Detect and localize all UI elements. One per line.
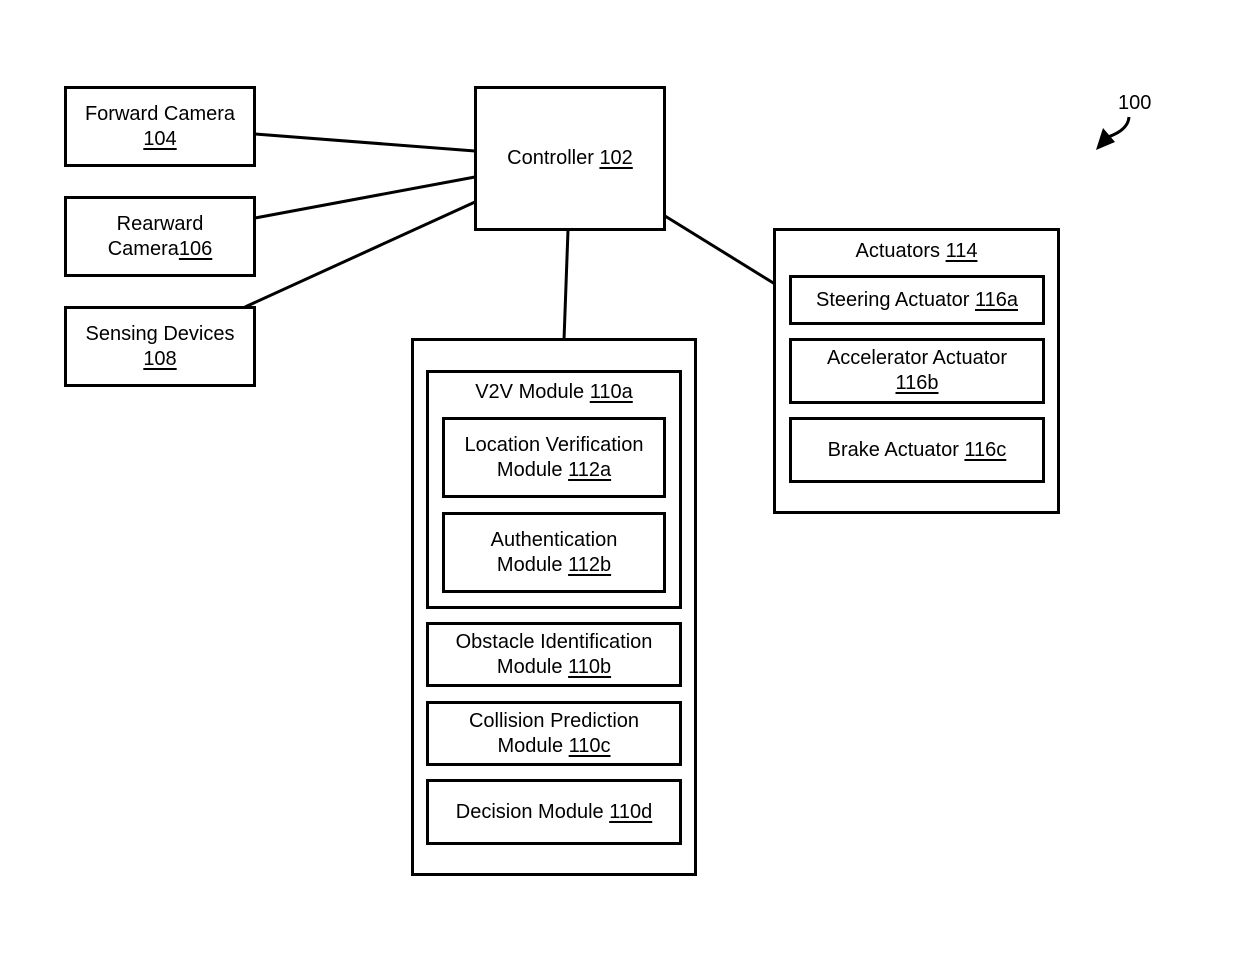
- obstacle-identification-label-line2: Module 110b: [496, 655, 612, 678]
- forward-camera-ref: 104: [143, 127, 177, 150]
- forward-camera-box[interactable]: Forward Camera 104: [64, 86, 256, 167]
- obstacle-identification-label: Obstacle Identification: [455, 630, 653, 653]
- collision-prediction-label-line2: Module 110c: [497, 734, 611, 757]
- location-verification-label: Location Verification: [464, 433, 644, 456]
- authentication-label: Authentication: [490, 528, 618, 551]
- location-verification-label-line2: Module 112a: [496, 458, 612, 481]
- rearward-camera-label-line2: Camera106: [107, 237, 213, 260]
- link-controller-actuators: [664, 214, 776, 286]
- controller-label: Controller 102: [507, 147, 633, 169]
- accelerator-actuator-ref: 116b: [895, 372, 939, 394]
- decision-module-label: Decision Module 110d: [455, 800, 653, 823]
- rearward-camera-box[interactable]: Rearward Camera106: [64, 196, 256, 277]
- rearward-camera-label: Rearward: [116, 212, 204, 235]
- brake-actuator-box[interactable]: Brake Actuator 116c: [789, 417, 1045, 483]
- authentication-module-box[interactable]: Authentication Module 112b: [442, 512, 666, 593]
- steering-actuator-box[interactable]: Steering Actuator 116a: [789, 275, 1045, 325]
- curved-arrow-icon: [1096, 116, 1131, 150]
- collision-prediction-label: Collision Prediction: [468, 709, 640, 732]
- accelerator-actuator-box[interactable]: Accelerator Actuator 116b: [789, 338, 1045, 404]
- sensing-devices-ref: 108: [143, 347, 177, 370]
- link-sensing-devices-controller: [244, 200, 476, 309]
- figure-reference-label: 100: [1118, 92, 1152, 114]
- v2v-module-label: V2V Module 110a: [475, 381, 633, 403]
- forward-camera-label: Forward Camera: [84, 102, 236, 125]
- link-controller-modules: [562, 229, 570, 341]
- decision-module-box[interactable]: Decision Module 110d: [426, 779, 682, 845]
- location-verification-module-box[interactable]: Location Verification Module 112a: [442, 417, 666, 498]
- link-rearward-camera-controller: [254, 175, 476, 220]
- collision-prediction-module-box[interactable]: Collision Prediction Module 110c: [426, 701, 682, 766]
- controller-box[interactable]: Controller 102: [474, 86, 666, 231]
- brake-actuator-label: Brake Actuator 116c: [827, 438, 1007, 461]
- sensing-devices-box[interactable]: Sensing Devices 108: [64, 306, 256, 387]
- accelerator-actuator-label: Accelerator Actuator: [826, 347, 1008, 369]
- actuators-label: Actuators 114: [855, 240, 978, 262]
- steering-actuator-label: Steering Actuator 116a: [815, 288, 1018, 311]
- sensing-devices-label: Sensing Devices: [85, 322, 235, 345]
- obstacle-identification-module-box[interactable]: Obstacle Identification Module 110b: [426, 622, 682, 687]
- link-forward-camera-controller: [254, 132, 476, 153]
- authentication-label-line2: Module 112b: [496, 553, 612, 576]
